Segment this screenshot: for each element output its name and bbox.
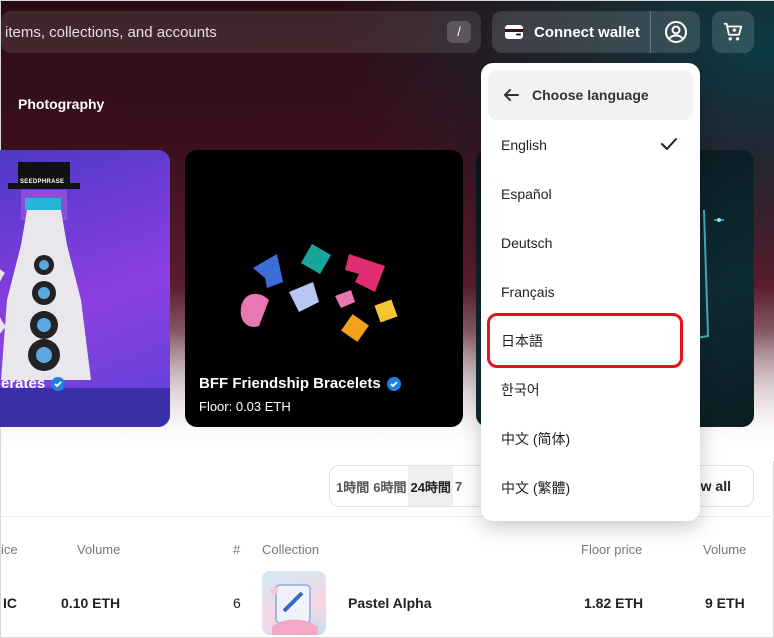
tab-7d[interactable]: 7 (453, 479, 464, 494)
wallet-icon (505, 25, 523, 39)
connect-wallet-label: Connect wallet (534, 23, 640, 41)
tab-24h[interactable]: 24時間 (408, 466, 453, 506)
col-header-floor-price: Floor price (581, 542, 643, 557)
language-menu-title: Choose language (532, 87, 649, 103)
collection-card[interactable]: SEEDPHRASE erates (0, 150, 170, 427)
search-shortcut-key: / (447, 21, 471, 43)
language-menu-back-button[interactable]: Choose language (488, 70, 693, 120)
language-option-chinese-simplified[interactable]: 中文 (简体) (481, 414, 700, 463)
col-header-volume-left: Volume (77, 542, 121, 557)
search-bar[interactable]: items, collections, and accounts / (1, 11, 481, 53)
language-option-deutsch[interactable]: Deutsch (481, 218, 700, 267)
language-menu: Choose language English Español Deutsch … (481, 63, 700, 521)
cart-button[interactable] (712, 11, 754, 53)
collection-thumbnail[interactable] (262, 571, 326, 635)
connect-wallet-button[interactable]: Connect wallet (492, 11, 650, 53)
col-header-floor-price-left: ice (1, 542, 18, 557)
row-floor-price: 1.82 ETH (584, 595, 644, 611)
search-input[interactable]: items, collections, and accounts (5, 24, 217, 41)
row-volume-left: 0.10 ETH (61, 595, 121, 611)
verified-badge-icon (51, 376, 66, 391)
card-title-1: erates (1, 375, 66, 392)
profile-icon (665, 21, 687, 43)
col-header-rank: # (233, 542, 241, 557)
wallet-divider (650, 11, 651, 53)
row-volume: 9 ETH (705, 595, 745, 611)
row-collection-name[interactable]: Pastel Alpha (348, 595, 432, 611)
language-option-chinese-traditional[interactable]: 中文 (繁體) (481, 463, 700, 512)
row-price-left: IC (3, 595, 17, 611)
seedphrase-hat-label: SEEDPHRASE (20, 179, 65, 185)
check-icon (661, 138, 677, 150)
language-option-espanol[interactable]: Español (481, 169, 700, 218)
language-option-korean[interactable]: 한국어 (481, 365, 700, 414)
card-floor-2: Floor: 0.03 ETH (199, 399, 291, 414)
tab-6h[interactable]: 6時間 (371, 477, 408, 496)
pastel-alpha-artwork (270, 584, 318, 635)
arrow-left-icon (504, 89, 519, 101)
category-tab-photography[interactable]: Photography (18, 96, 104, 112)
highlight-box (487, 313, 683, 368)
col-header-collection: Collection (262, 542, 320, 557)
tab-1h[interactable]: 1時間 (334, 477, 371, 496)
row-rank: 6 (233, 595, 241, 611)
profile-button[interactable] (652, 11, 700, 53)
col-header-volume: Volume (703, 542, 747, 557)
language-option-francais[interactable]: Français (481, 267, 700, 316)
time-range-tabs: 1時間 6時間 24時間 7 (329, 465, 489, 507)
language-option-english[interactable]: English (481, 120, 700, 169)
cart-icon (723, 22, 743, 41)
collection-card-bff[interactable]: BFF Friendship Bracelets Floor: 0.03 ETH (185, 150, 463, 427)
wallet-group: Connect wallet (492, 11, 700, 53)
card-title-2: BFF Friendship Bracelets (199, 375, 401, 392)
verified-badge-icon (386, 376, 401, 391)
